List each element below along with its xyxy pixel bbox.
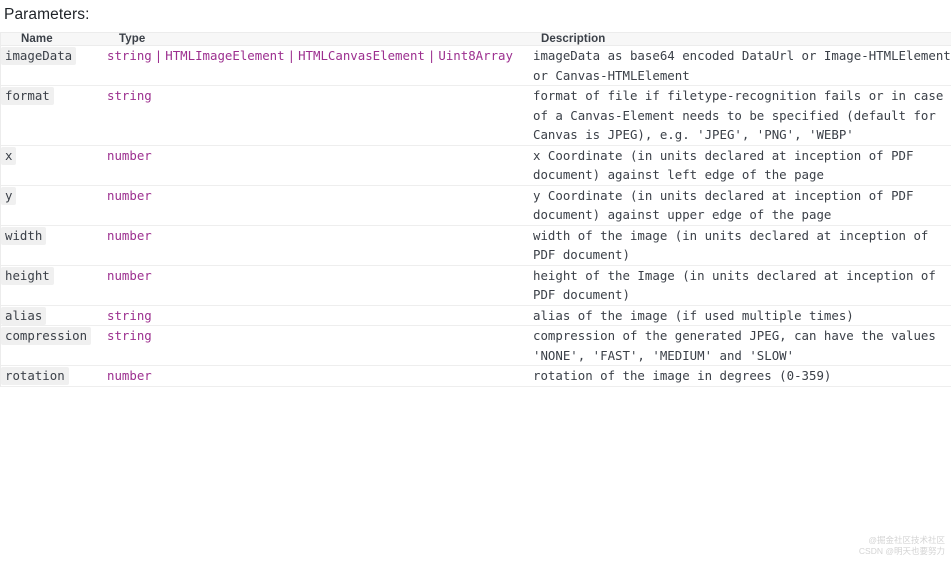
watermark: @掘金社区技术社区 CSDN @明天也要努力 [859,535,945,557]
parameter-name-code: x [1,147,16,165]
parameter-type-cell: number [107,185,533,225]
table-row: width number width of the image (in units … [1,225,951,265]
type-token: number [107,188,152,203]
parameter-type-cell: string [107,326,533,366]
type-token: string [107,328,152,343]
parameter-description-cell: height of the Image (in units declared a… [533,265,951,305]
parameter-type-cell: number [107,225,533,265]
parameters-table: Name Type Description imageDatastring|HT… [1,33,951,387]
table-row: compression string compression of the gene… [1,326,951,366]
table-header-row: Name Type Description [1,33,951,46]
parameter-name-cell: alias [1,305,107,326]
parameter-description-cell: format of file if filetype-recognition f… [533,86,951,146]
parameter-name-cell: width [1,225,107,265]
table-body: imageDatastring|HTMLImageElement|HTMLCan… [1,46,951,387]
type-token: HTMLCanvasElement [298,48,425,63]
parameters-documentation-page: Parameters: Name Type Description imageD… [0,0,951,561]
parameters-table-container: Name Type Description imageDatastring|HT… [0,32,951,387]
parameter-name-code: height [1,267,54,285]
parameter-name-cell: rotation [1,366,107,387]
table-row: imageDatastring|HTMLImageElement|HTMLCan… [1,46,951,86]
type-token: number [107,268,152,283]
parameter-type-cell: string|HTMLImageElement|HTMLCanvasElemen… [107,46,533,86]
parameter-description-cell: y Coordinate (in units declared at incep… [533,185,951,225]
type-token: HTMLImageElement [165,48,284,63]
parameter-name-cell: height [1,265,107,305]
table-row: height number height of the Image (in unit… [1,265,951,305]
parameter-name-code: alias [1,307,46,325]
type-token: number [107,148,152,163]
type-token: number [107,368,152,383]
type-separator: | [285,48,298,63]
parameter-name-cell: y [1,185,107,225]
parameter-description-cell: alias of the image (if used multiple tim… [533,305,951,326]
parameter-description-cell: compression of the generated JPEG, can h… [533,326,951,366]
watermark-line-1: @掘金社区技术社区 [859,535,945,546]
parameter-name-cell: x [1,145,107,185]
parameter-name-code: imageData [1,47,76,65]
column-header-description: Description [533,33,951,46]
watermark-line-2: CSDN @明天也要努力 [859,546,945,557]
parameter-name-code: y [1,187,16,205]
parameter-name-cell: imageData [1,46,107,86]
parameter-type-cell: string [107,305,533,326]
parameter-name-code: format [1,87,54,105]
table-row: y number y Coordinate (in units declared a… [1,185,951,225]
parameter-type-cell: number [107,265,533,305]
parameter-type-cell: string [107,86,533,146]
table-row: format string format of file if filetype-r… [1,86,951,146]
table-row: rotation number rotation of the image in d… [1,366,951,387]
parameter-description-cell: width of the image (in units declared at… [533,225,951,265]
type-token: string [107,88,152,103]
parameter-name-code: compression [1,327,91,345]
type-token: string [107,48,152,63]
parameter-type-cell: number [107,366,533,387]
column-header-name: Name [1,33,107,46]
parameter-description-cell: x Coordinate (in units declared at incep… [533,145,951,185]
type-separator: | [425,48,438,63]
table-row: alias string alias of the image (if used m… [1,305,951,326]
type-token: Uint8Array [438,48,513,63]
table-row: x number x Coordinate (in units declared a… [1,145,951,185]
column-header-type: Type [107,33,533,46]
parameter-name-cell: compression [1,326,107,366]
type-token: string [107,308,152,323]
type-separator: | [152,48,165,63]
parameter-name-cell: format [1,86,107,146]
parameter-name-code: width [1,227,46,245]
parameter-name-code: rotation [1,367,69,385]
parameter-description-cell: rotation of the image in degrees (0-359) [533,366,951,387]
page-title: Parameters: [0,0,951,25]
type-token: number [107,228,152,243]
parameter-description-cell: imageData as base64 encoded DataUrl or I… [533,46,951,86]
table-header: Name Type Description [1,33,951,46]
parameter-type-cell: number [107,145,533,185]
